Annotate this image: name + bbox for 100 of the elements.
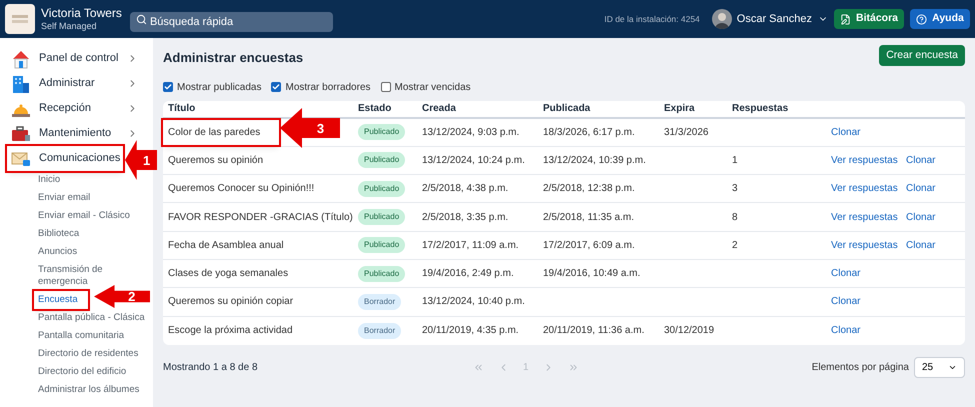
column-header: Respuestas [732, 102, 790, 116]
action-link[interactable]: Clonar [831, 266, 860, 282]
table-cell: 2/5/2018, 3:35 p.m. [422, 212, 508, 223]
sidebar-subitem[interactable]: Transmisión de emergencia [38, 261, 150, 291]
table-cell: 2/5/2018, 12:38 p.m. [543, 183, 635, 194]
user-menu[interactable]: Oscar Sanchez [736, 10, 828, 28]
table-cell: 31/3/2026 [664, 126, 708, 138]
column-header: Estado [358, 102, 392, 116]
table-cell: 19/4/2016, 2:49 p.m. [422, 268, 514, 280]
create-survey-button[interactable]: Crear encuesta [879, 45, 965, 66]
per-page-select[interactable]: 25 [914, 356, 965, 378]
table-cell: 1 [732, 154, 738, 166]
callout-number: 1 [142, 154, 150, 166]
filter-checkbox[interactable]: Mostrar publicadas [163, 80, 262, 94]
last-page-icon[interactable] [568, 362, 579, 373]
status-badge: Publicado [358, 266, 406, 282]
table-cell: 2 [732, 240, 738, 251]
table-cell: 17/2/2017, 11:09 a.m. [422, 240, 519, 251]
table-cell: 13/12/2024, 10:40 p.m. [422, 296, 525, 308]
action-link[interactable]: Clonar [906, 181, 936, 196]
survey-title: FAVOR RESPONDER -GRACIAS (Título) [168, 212, 353, 223]
sidebar-subitem[interactable]: Pantalla comunitaria [38, 327, 150, 345]
table-cell: 20/11/2019, 4:35 p.m. [422, 325, 519, 336]
sidebar-subitem[interactable]: Encuesta [34, 291, 88, 309]
sidebar-subitem[interactable]: Biblioteca [38, 225, 150, 243]
table-cell: 13/12/2024, 10:24 p.m. [422, 154, 525, 166]
column-header: Título [168, 102, 196, 116]
action-link[interactable]: Clonar [831, 294, 860, 310]
logo-icon [11, 14, 29, 24]
help-button[interactable]: Ayuda [910, 9, 970, 29]
table-cell: 17/2/2017, 6:09 a.m. [543, 240, 635, 251]
survey-title: Fecha de Asamblea anual [168, 240, 284, 251]
table-cell: 2/5/2018, 11:35 a.m. [543, 212, 634, 223]
status-badge: Borrador [358, 294, 402, 310]
status-badge: Publicado [358, 180, 406, 197]
survey-title: Clases de yoga semanales [168, 268, 288, 280]
checkbox[interactable] [271, 82, 282, 92]
action-link[interactable]: Ver respuestas [831, 238, 906, 253]
column-header: Expira [664, 102, 696, 116]
sidebar-item[interactable]: Comunicaciones [7, 146, 123, 171]
callout-number: 3 [316, 122, 324, 134]
brand-name: Victoria Towers [41, 6, 122, 21]
status-badge: Publicado [358, 237, 406, 254]
survey-title: Queremos su opinión [168, 154, 264, 166]
action-link[interactable]: Clonar [906, 152, 936, 168]
first-page-icon[interactable] [473, 362, 484, 373]
checkbox[interactable] [163, 82, 173, 92]
sidebar-item[interactable]: Administrar [7, 71, 146, 96]
status-badge: Publicado [358, 124, 406, 140]
filter-checkbox[interactable]: Mostrar borradores [271, 80, 371, 94]
sidebar-subitem[interactable]: Administrar los álbumes [38, 381, 150, 399]
sidebar-subitem[interactable]: Enviar email - Clásico [38, 207, 150, 225]
page-title: Administrar encuestas [163, 49, 304, 67]
table-cell: 20/11/2019, 11:36 a.m. [543, 325, 644, 336]
column-header: Creada [422, 102, 457, 116]
action-link[interactable]: Ver respuestas [831, 152, 906, 168]
sidebar-item[interactable]: Mantenimiento [7, 121, 146, 146]
sidebar-subitem[interactable]: Anuncios [38, 243, 150, 261]
search-field[interactable]: Búsqueda rápida [130, 12, 333, 32]
sidebar-subitem[interactable]: Directorio del edificio [38, 363, 150, 381]
table-cell: 8 [732, 212, 738, 223]
table-cell: 18/3/2026, 6:17 p.m. [543, 126, 635, 138]
action-link[interactable]: Clonar [831, 124, 860, 140]
log-button[interactable]: Bitácora [834, 9, 904, 29]
table-cell: 13/12/2024, 9:03 p.m. [422, 126, 520, 138]
table-cell: 13/12/2024, 10:39 p.m. [543, 154, 646, 166]
sidebar-subitem[interactable]: Pantalla pública - Clásica [38, 309, 150, 327]
sidebar-subitem[interactable]: Enviar email [38, 189, 150, 207]
house-icon [11, 48, 31, 68]
installation-id: ID de la instalación: 4254 [604, 12, 700, 26]
action-link[interactable]: Clonar [831, 323, 860, 338]
table-cell: 3 [732, 183, 738, 194]
survey-title: Queremos Conocer su Opinión!!! [168, 183, 314, 194]
action-link[interactable]: Clonar [906, 238, 936, 253]
sidebar-subitem[interactable]: Directorio de residentes [38, 345, 150, 363]
building-icon [11, 74, 31, 94]
status-badge: Publicado [358, 209, 406, 226]
sidebar-item[interactable]: Recepción [7, 96, 146, 121]
action-link[interactable]: Ver respuestas [831, 210, 906, 225]
survey-title: Escoge la próxima actividad [168, 325, 293, 336]
action-link[interactable]: Ver respuestas [831, 181, 906, 196]
brand-subtitle: Self Managed [41, 20, 98, 32]
filter-checkbox[interactable]: Mostrar vencidas [380, 80, 471, 94]
survey-title: Color de las paredes [163, 120, 279, 145]
table-cell: 19/4/2016, 10:49 a.m. [543, 268, 640, 280]
column-header: Publicada [543, 102, 592, 116]
checkbox[interactable] [380, 82, 391, 92]
sidebar-item[interactable]: Panel de control [7, 46, 146, 71]
table-cell: 2/5/2018, 4:38 p.m. [422, 183, 508, 194]
table-cell: 30/12/2019 [664, 325, 714, 336]
search-icon [136, 14, 147, 24]
action-link[interactable]: Clonar [906, 210, 936, 225]
results-summary: Mostrando 1 a 8 de 8 [163, 360, 259, 375]
user-avatar [712, 9, 732, 29]
per-page-label: Elementos por página [812, 360, 909, 375]
survey-title: Queremos su opinión copiar [168, 296, 294, 308]
sidebar-subitem[interactable]: Inicio [38, 171, 150, 189]
help-icon [916, 14, 928, 24]
status-badge: Borrador [358, 322, 402, 339]
notepad-icon [840, 14, 851, 24]
